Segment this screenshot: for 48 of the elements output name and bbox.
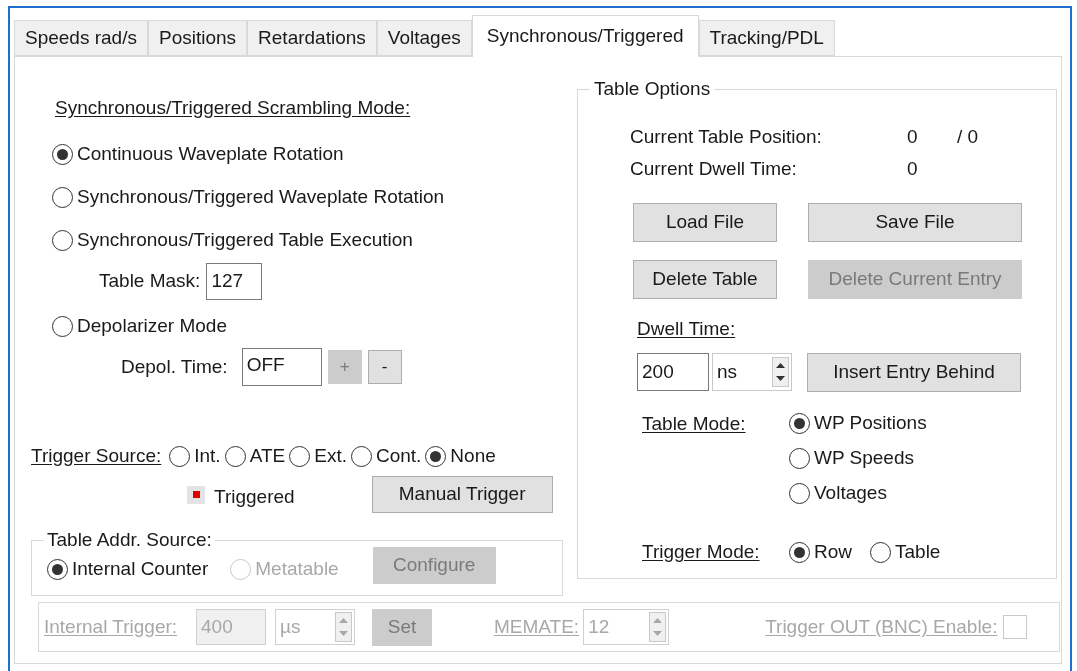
value-text: 0 bbox=[907, 124, 919, 149]
radio-button[interactable]: Cont. bbox=[350, 441, 422, 471]
tab[interactable]: Synchronous/Triggered bbox=[471, 15, 699, 57]
button[interactable]: Delete Table bbox=[633, 260, 777, 299]
radio-button[interactable]: WP Positions bbox=[789, 409, 927, 438]
value-text: / 0 bbox=[957, 124, 979, 149]
status-label: Triggered bbox=[214, 485, 295, 510]
radio-button[interactable]: Int. bbox=[169, 441, 221, 471]
button[interactable]: Insert Entry Behind bbox=[807, 352, 1021, 392]
field-label: Current Dwell Time: bbox=[630, 156, 798, 181]
radio-button[interactable]: WP Speeds bbox=[789, 444, 914, 473]
radio-button[interactable]: Continuous Waveplate Rotation bbox=[52, 140, 344, 169]
field-label: Trigger Source: bbox=[31, 443, 162, 468]
section-heading: Synchronous/Triggered Scrambling Mode: bbox=[55, 95, 411, 120]
radio-button[interactable]: Depolarizer Mode bbox=[52, 312, 227, 341]
button[interactable]: Manual Trigger bbox=[371, 476, 553, 513]
field-label: Table Mask: bbox=[99, 268, 201, 293]
field-label: Dwell Time: bbox=[637, 316, 736, 341]
spinner-field[interactable]: ns bbox=[712, 353, 792, 391]
radio-button[interactable]: Internal Counter bbox=[47, 554, 209, 584]
field-label: Trigger Mode: bbox=[642, 540, 761, 565]
field-label: Internal Trigger: bbox=[44, 614, 179, 639]
field-label: Depol. Time: bbox=[121, 354, 228, 379]
field-label: Current Table Position: bbox=[630, 124, 823, 149]
input-field[interactable]: 127 bbox=[206, 262, 263, 300]
radio-button[interactable]: Table bbox=[870, 538, 941, 567]
input-field[interactable]: OFF bbox=[241, 348, 322, 386]
radio-button[interactable]: None bbox=[425, 441, 496, 471]
button[interactable]: Load File bbox=[633, 203, 777, 242]
button[interactable]: Save File bbox=[808, 203, 1022, 242]
tab[interactable]: Retardations bbox=[247, 20, 377, 56]
field-label: Table Mode: bbox=[642, 412, 747, 436]
field-label: MEMATE: bbox=[494, 614, 580, 639]
input-field[interactable]: 200 bbox=[637, 353, 709, 391]
radio-button[interactable]: Voltages bbox=[789, 479, 887, 508]
tab[interactable]: Speeds rad/s bbox=[14, 20, 148, 56]
radio-button[interactable]: Synchronous/Triggered Waveplate Rotation bbox=[52, 183, 445, 212]
radio-button[interactable]: Ext. bbox=[289, 441, 347, 471]
field-label: Trigger OUT (BNC) Enable: bbox=[765, 614, 998, 639]
radio-button[interactable]: ATE bbox=[224, 441, 286, 471]
tab[interactable]: Tracking/PDL bbox=[698, 20, 835, 56]
tab[interactable]: Positions bbox=[147, 20, 248, 56]
tab[interactable]: Voltages bbox=[376, 20, 472, 56]
radio-button[interactable]: Row bbox=[789, 538, 852, 567]
button[interactable]: - bbox=[367, 350, 402, 384]
spinner-arrows-icon[interactable] bbox=[772, 357, 789, 387]
radio-button[interactable]: Synchronous/Triggered Table Execution bbox=[52, 226, 413, 255]
value-text: 0 bbox=[907, 156, 918, 181]
